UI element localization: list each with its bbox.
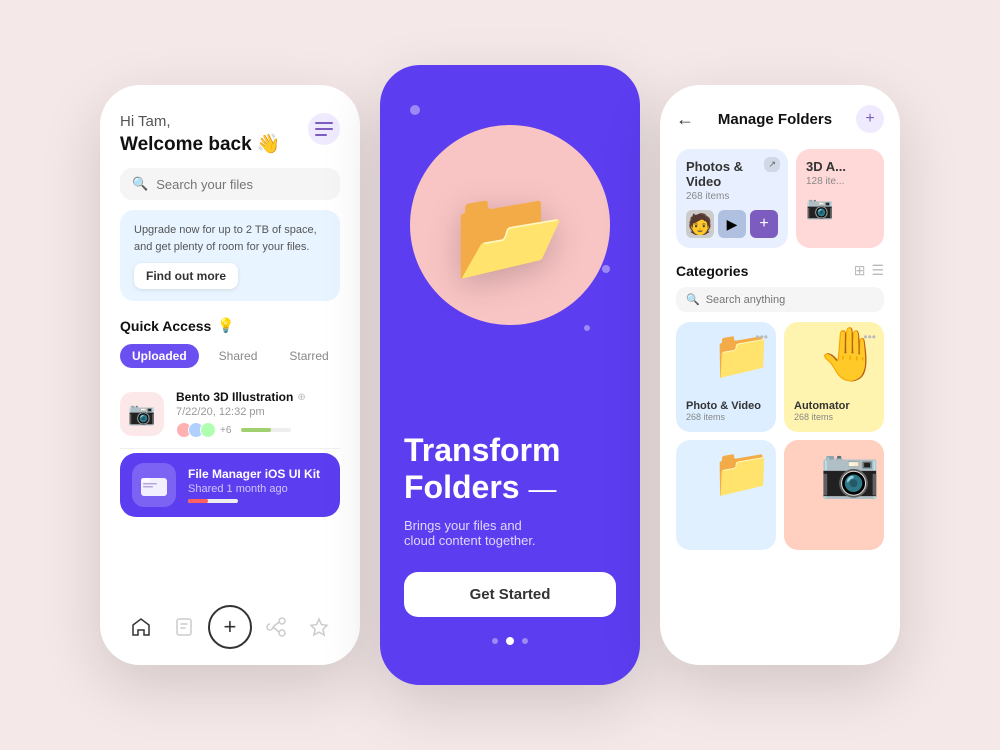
share-icon-1: ⊕ <box>297 392 305 403</box>
get-started-button[interactable]: Get Started <box>404 572 616 617</box>
folder-count-1: 268 items <box>686 191 778 202</box>
filter-tabs: Uploaded Shared Starred <box>120 344 340 368</box>
hero-subtitle: Brings your files andcloud content toget… <box>404 518 616 548</box>
search-input[interactable] <box>156 177 328 192</box>
avatar-3 <box>200 422 216 438</box>
folder-row: Photos & Video 268 items 🧑 ▶ + ↗ 3D A...… <box>676 149 884 248</box>
progress-fill-1 <box>241 428 271 432</box>
progress-bar-2 <box>188 499 238 503</box>
file-meta-1: +6 <box>176 422 340 438</box>
avatar-count-1: +6 <box>220 425 231 436</box>
hero-text: TransformFolders — Brings your files and… <box>404 432 616 645</box>
categories-header: Categories ⊞ ☰ <box>676 262 884 279</box>
quick-access-header: Quick Access 💡 <box>120 317 340 334</box>
folder-images-1: 🧑 ▶ + <box>686 210 778 238</box>
folder-card-1[interactable]: Photos & Video 268 items 🧑 ▶ + ↗ <box>676 149 788 248</box>
folder-card-2[interactable]: 3D A... 128 ite... 📷 <box>796 149 884 248</box>
nav-add-button[interactable]: + <box>208 605 252 649</box>
upgrade-text: Upgrade now for up to 2 TB of space, and… <box>134 222 326 255</box>
dot-1[interactable] <box>492 638 498 644</box>
s3-header: ← Manage Folders + <box>676 105 884 133</box>
progress-fill-2 <box>188 499 208 503</box>
nav-home[interactable] <box>123 609 159 645</box>
back-button[interactable]: ← <box>676 109 694 130</box>
deco-dot-1 <box>410 105 420 115</box>
s1-header: Hi Tam, Welcome back 👋 <box>120 113 340 156</box>
file-name-2: File Manager iOS UI Kit <box>188 467 328 481</box>
category-emoji-3: 📁 <box>712 444 772 501</box>
categories-title: Categories <box>676 263 748 279</box>
screen1: Hi Tam, Welcome back 👋 🔍 Upgrade now for… <box>100 85 360 665</box>
tab-shared[interactable]: Shared <box>207 344 270 368</box>
quick-access-title: Quick Access <box>120 318 211 334</box>
hero-title: TransformFolders — <box>404 432 616 506</box>
more-icon-2[interactable]: ••• <box>863 330 876 344</box>
page-title: Manage Folders <box>718 111 832 128</box>
folder-3d-icon: 📂 <box>454 183 566 288</box>
menu-icon[interactable] <box>308 113 340 145</box>
folder-title-2: 3D A... <box>806 159 874 174</box>
category-emoji-4: 📷 <box>820 444 880 501</box>
bottom-nav: + <box>120 593 340 649</box>
welcome-text: Welcome back 👋 <box>120 132 281 156</box>
file-meta-2 <box>188 499 328 503</box>
file-info-2: File Manager iOS UI Kit Shared 1 month a… <box>188 467 328 503</box>
category-card-1[interactable]: 📁 ••• Photo & Video 268 items <box>676 322 776 432</box>
carousel-dots <box>404 637 616 645</box>
add-folder-button[interactable]: + <box>856 105 884 133</box>
search-input[interactable] <box>706 294 874 306</box>
file-icon-2 <box>132 463 176 507</box>
screens-container: Hi Tam, Welcome back 👋 🔍 Upgrade now for… <box>70 35 930 715</box>
dot-3[interactable] <box>522 638 528 644</box>
file-icon-1: 📷 <box>120 392 164 436</box>
search-icon: 🔍 <box>132 176 148 192</box>
progress-bar-1 <box>241 428 291 432</box>
categories-search[interactable]: 🔍 <box>676 287 884 312</box>
search-icon: 🔍 <box>686 293 700 306</box>
quick-access-emoji: 💡 <box>217 317 234 334</box>
view-toggle: ⊞ ☰ <box>854 262 884 279</box>
nav-star[interactable] <box>301 609 337 645</box>
deco-dot-2 <box>602 265 610 273</box>
screen3: ← Manage Folders + Photos & Video 268 it… <box>660 85 900 665</box>
file-date-2: Shared 1 month ago <box>188 483 328 495</box>
more-icon-1[interactable]: ••• <box>755 330 768 344</box>
file-item-2[interactable]: File Manager iOS UI Kit Shared 1 month a… <box>120 453 340 517</box>
screen2: 📂 TransformFolders — Brings your files a… <box>380 65 640 685</box>
list-view-icon[interactable]: ☰ <box>871 262 884 279</box>
folder-icon-2: 📷 <box>806 195 874 221</box>
category-count-1: 268 items <box>686 412 766 422</box>
upgrade-button[interactable]: Find out more <box>134 263 238 289</box>
nav-files[interactable] <box>166 609 202 645</box>
avatar-stack-1 <box>176 422 216 438</box>
categories-grid: 📁 ••• Photo & Video 268 items 🤚 ••• Auto… <box>676 322 884 550</box>
greeting-text: Hi Tam, <box>120 113 281 130</box>
nav-share[interactable] <box>258 609 294 645</box>
folder-count-2: 128 ite... <box>806 176 874 187</box>
category-card-4[interactable]: 📷 <box>784 440 884 550</box>
upgrade-box: Upgrade now for up to 2 TB of space, and… <box>120 210 340 301</box>
category-card-3[interactable]: 📁 <box>676 440 776 550</box>
category-name-1: Photo & Video <box>686 400 766 412</box>
hero-circle: 📂 <box>410 125 610 325</box>
file-info-1: Bento 3D Illustration ⊕ 7/22/20, 12:32 p… <box>176 390 340 438</box>
tab-starred[interactable]: Starred <box>277 344 340 368</box>
thumb-play: ▶ <box>718 210 746 238</box>
category-count-2: 268 items <box>794 412 874 422</box>
category-card-2[interactable]: 🤚 ••• Automator 268 items <box>784 322 884 432</box>
search-bar[interactable]: 🔍 <box>120 168 340 200</box>
file-name-1: Bento 3D Illustration <box>176 390 293 404</box>
greeting-section: Hi Tam, Welcome back 👋 <box>120 113 281 156</box>
file-date-1: 7/22/20, 12:32 pm <box>176 406 340 418</box>
overflow-badge-1: ↗ <box>764 157 780 172</box>
deco-dot-3 <box>584 325 590 331</box>
grid-view-icon[interactable]: ⊞ <box>854 262 866 279</box>
tab-uploaded[interactable]: Uploaded <box>120 344 199 368</box>
thumb-add[interactable]: + <box>750 210 778 238</box>
thumb-person: 🧑 <box>686 210 714 238</box>
dot-2[interactable] <box>506 637 514 645</box>
category-name-2: Automator <box>794 400 874 412</box>
file-item-1[interactable]: 📷 Bento 3D Illustration ⊕ 7/22/20, 12:32… <box>120 380 340 449</box>
